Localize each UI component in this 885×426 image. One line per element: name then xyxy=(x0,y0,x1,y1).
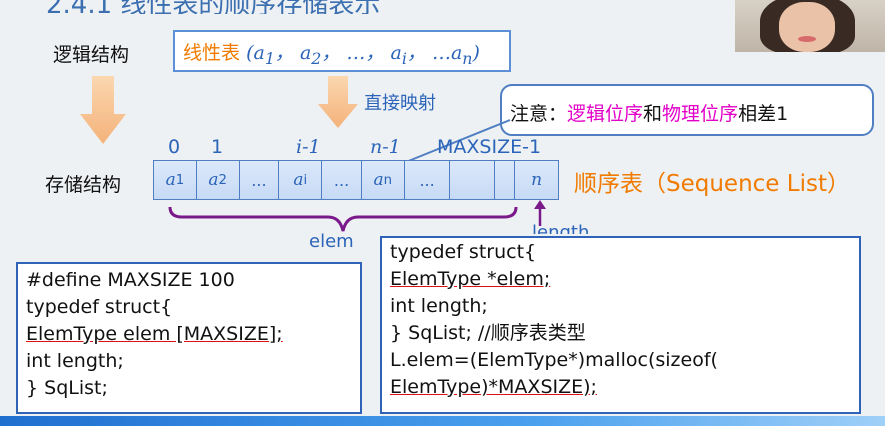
direct-mapping-label: 直接映射 xyxy=(364,93,436,114)
note-physical-order: 物理位序 xyxy=(662,103,739,125)
array-cell: ... xyxy=(239,161,280,199)
paren-close: ) xyxy=(472,42,480,64)
sequence-list-label: 顺序表（Sequence List） xyxy=(574,171,850,197)
left-down-arrow-icon xyxy=(80,76,126,144)
code-line: ElemType elem [MAXSIZE]; xyxy=(26,323,283,345)
note-and: 和 xyxy=(643,103,663,125)
player-progress-bar[interactable] xyxy=(0,416,885,426)
array-cell: ... xyxy=(404,161,451,199)
presenter-lips xyxy=(798,36,816,42)
code-line: } SqList; xyxy=(26,377,108,399)
note-callout: 注意：逻辑位序和物理位序相差1 xyxy=(500,84,874,136)
note-prefix: 注意： xyxy=(510,103,568,125)
code-line: int length; xyxy=(26,350,124,372)
logical-structure-label: 逻辑结构 xyxy=(53,44,130,66)
array-cell: a2 xyxy=(196,161,240,199)
note-text: 注意：逻辑位序和物理位序相差1 xyxy=(510,99,788,126)
storage-structure-label: 存储结构 xyxy=(45,174,122,196)
note-logical-order: 逻辑位序 xyxy=(567,103,644,125)
code-line: L.elem=(ElemType*)malloc(sizeof( xyxy=(390,349,718,371)
code-line: typedef struct{ xyxy=(26,296,173,318)
sep-1: ， xyxy=(274,42,294,64)
sep-2: ， xyxy=(321,42,341,64)
elem-ai: ai xyxy=(390,42,407,68)
note-suffix: 相差1 xyxy=(738,103,789,125)
array-cell-length: n xyxy=(515,161,558,199)
index-one: 1 xyxy=(211,136,224,158)
elem-label: elem xyxy=(309,231,354,252)
index-maxsize-minus-1: MAXSIZE-1 xyxy=(437,136,542,158)
index-zero: 0 xyxy=(168,136,181,158)
array-cell xyxy=(495,161,516,199)
linear-list-prefix: 线性表 xyxy=(183,42,241,64)
code-line: typedef struct{ xyxy=(390,241,537,263)
index-n-minus-1: n-1 xyxy=(370,136,401,158)
ellipsis-1: …， xyxy=(346,42,385,64)
code-line: int length; xyxy=(390,295,488,317)
array-cell: a1 xyxy=(154,161,197,199)
linear-list-text: 线性表 (a1， a2， …， ai， …an) xyxy=(183,38,480,68)
code-line: ElemType *elem; xyxy=(390,268,551,290)
sequence-array: a1 a2 ... ai ... an ... n xyxy=(153,160,559,200)
array-cell xyxy=(450,161,496,199)
elem-a1: a1 xyxy=(253,42,275,68)
length-label: length xyxy=(532,222,590,234)
code-line: } SqList; //顺序表类型 xyxy=(390,322,586,344)
array-cell: ai xyxy=(279,161,323,199)
ellipsis-2: … xyxy=(431,42,451,64)
array-cell: ... xyxy=(322,161,362,199)
code-line: #define MAXSIZE 100 xyxy=(26,269,235,291)
linear-list-box: 线性表 (a1， a2， …， ai， …an) xyxy=(173,30,511,72)
code-block-dynamic: typedef struct{ ElemType *elem; int leng… xyxy=(380,236,861,414)
slide-title: 2.4.1 线性表的顺序存储表示 xyxy=(46,0,380,14)
array-cell: an xyxy=(361,161,405,199)
elem-an: an xyxy=(450,42,473,68)
sep-3: ， xyxy=(406,42,426,64)
code-block-static: #define MAXSIZE 100 typedef struct{ Elem… xyxy=(16,262,362,414)
presenter-face xyxy=(779,2,835,52)
elem-a2: a2 xyxy=(299,42,322,68)
code-line: ElemType)*MAXSIZE); xyxy=(390,376,597,398)
presenter-webcam xyxy=(735,0,885,52)
mapping-down-arrow-icon xyxy=(318,76,358,128)
index-i-minus-1: i-1 xyxy=(296,136,321,158)
